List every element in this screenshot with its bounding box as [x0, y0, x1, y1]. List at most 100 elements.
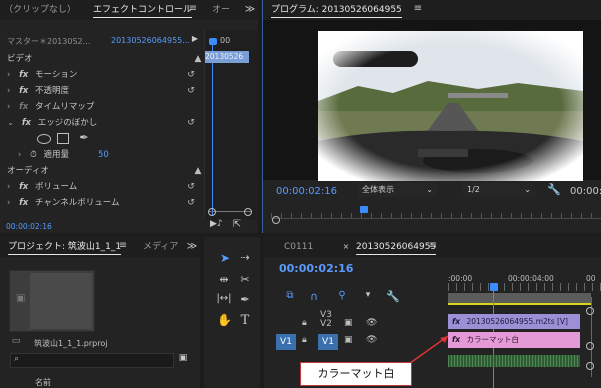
track-label-v1[interactable]: V1 [318, 334, 338, 350]
lock-icon[interactable]: 🔒︎ [302, 318, 307, 328]
reset-icon[interactable]: ↺ [185, 181, 197, 193]
play-audio-icon[interactable]: ▶♪ [210, 219, 223, 229]
new-bin-icon[interactable]: ▣ [177, 353, 189, 363]
panel-menu-icon[interactable]: ≡ [413, 4, 423, 14]
wrench-icon[interactable]: 🔧 [547, 183, 561, 196]
eye-icon[interactable]: 👁︎ [366, 318, 377, 328]
expand-chevron-icon[interactable]: › [7, 182, 10, 192]
program-playhead[interactable] [360, 206, 368, 213]
export-icon[interactable]: ⇱ [231, 219, 243, 230]
timeline-ruler[interactable] [448, 283, 601, 291]
track-select-tool-icon[interactable]: ⇢ [238, 251, 252, 264]
tab-program[interactable]: プログラム: 20130526064955 [271, 0, 402, 20]
tab-project[interactable]: プロジェクト: 筑波山1_1_1 [8, 237, 122, 257]
rectangle-mask-icon[interactable] [57, 133, 69, 144]
tab-sequence[interactable]: 20130526064955 [356, 237, 437, 257]
close-tab-icon[interactable]: × [342, 242, 350, 251]
effect-zoom-slider[interactable] [208, 208, 252, 216]
program-zoom-handle-left[interactable] [272, 216, 280, 224]
hand-tool-icon[interactable]: ✋ [217, 313, 232, 327]
name-column-header[interactable]: 名前 [35, 377, 51, 388]
ripple-edit-tool-icon[interactable]: ⇹ [216, 273, 232, 286]
effect-opacity[interactable]: › fx 不透明度 ↺ [7, 83, 204, 99]
toggle-sync-icon[interactable]: ▣ [344, 318, 353, 328]
timeline-settings-icon[interactable]: 🔧 [386, 290, 400, 303]
nest-icon[interactable]: ⧉ [284, 290, 296, 301]
pen-mask-icon[interactable]: ✒ [78, 131, 90, 144]
timeline-vscroll-handle[interactable] [586, 342, 594, 350]
ellipse-mask-icon[interactable] [37, 134, 51, 144]
project-panel: プロジェクト: 筑波山1_1_1 ≡ メディア ≫ ▣ ▭ 筑波山1_1_1.p… [0, 237, 200, 388]
razor-tool-icon[interactable]: ✂ [238, 273, 252, 286]
resolution-select[interactable]: 1/2 ⌄ [463, 183, 535, 197]
stopwatch-icon[interactable]: ⏱ [30, 150, 37, 160]
effect-channel-volume[interactable]: › fx チャンネルボリューム ↺ [7, 195, 204, 211]
timeline-vscroll-handle[interactable] [586, 307, 594, 315]
program-timecode[interactable]: 00:00:02:16 [276, 186, 337, 197]
timeline-ruler-start: :00:00 [448, 274, 473, 283]
panel-menu-icon[interactable]: ≡ [118, 241, 128, 251]
tab-media-browser[interactable]: メディア [143, 237, 178, 257]
chevron-down-icon: ⌄ [524, 185, 531, 194]
source-patch-v1[interactable]: V1 [276, 334, 296, 350]
reset-icon[interactable]: ↺ [185, 85, 197, 97]
clip-play-icon[interactable]: ▶ [190, 34, 200, 43]
track-label-v2[interactable]: V2 [320, 319, 332, 329]
project-tabbar: プロジェクト: 筑波山1_1_1 ≡ メディア ≫ [0, 237, 200, 257]
program-time-ruler[interactable] [271, 206, 601, 219]
clip-label[interactable]: 20130526064955... [111, 36, 190, 45]
toggle-sync-icon[interactable]: ▣ [344, 335, 353, 345]
video-scroll-up-icon[interactable]: ▲ [192, 53, 204, 65]
zoom-select[interactable]: 全体表示 ⌄ [358, 183, 437, 197]
effect-timecode[interactable]: 00:00:02:16 [6, 222, 52, 231]
expand-chevron-icon[interactable]: › [7, 198, 10, 208]
reset-icon[interactable]: ↺ [185, 117, 197, 129]
tab-c0111[interactable]: C0111 [284, 237, 313, 257]
timeline-clip-video[interactable]: fx 20130526064955.m2ts [V] [448, 314, 580, 329]
audio-scroll-up-icon[interactable]: ▲ [192, 165, 204, 177]
project-thumbnail[interactable]: ▣ [9, 270, 95, 332]
timeline-timecode[interactable]: 00:00:02:16 [279, 262, 353, 275]
video-frame[interactable] [318, 31, 583, 181]
fx-icon[interactable]: fx [19, 182, 28, 192]
tab-effect-controls[interactable]: エフェクトコントロール [93, 0, 193, 20]
panel-menu-icon[interactable]: ≡ [428, 241, 438, 251]
timeline-vscroll-handle[interactable] [586, 362, 594, 370]
fx-icon[interactable]: fx [19, 86, 28, 96]
mini-playhead-marker[interactable] [209, 38, 217, 45]
add-marker-icon[interactable]: ▾ [362, 290, 374, 300]
lock-icon[interactable]: 🔒︎ [302, 335, 307, 345]
panel-menu-icon[interactable]: ≡ [188, 4, 198, 14]
snap-icon[interactable]: ∩ [308, 290, 320, 303]
timeline-playhead-marker[interactable] [490, 283, 498, 291]
panel-overflow-icon[interactable]: ≫ [186, 241, 198, 253]
panel-overflow-icon[interactable]: ≫ [244, 4, 256, 16]
effect-motion[interactable]: › fx モーション ↺ [7, 67, 204, 83]
tab-audio[interactable]: オー [212, 0, 230, 20]
timeline-clip-matte[interactable]: fx カラーマット白 [448, 332, 580, 348]
expand-chevron-icon[interactable]: › [7, 86, 10, 96]
zoom-value: 全体表示 [362, 185, 394, 194]
expand-chevron-icon[interactable]: › [7, 70, 10, 80]
pen-tool-icon[interactable]: ✒ [238, 293, 252, 306]
linked-selection-icon[interactable]: ⚲ [336, 290, 348, 301]
eye-icon[interactable]: 👁︎ [366, 335, 377, 345]
reset-icon[interactable]: ↺ [185, 69, 197, 81]
slip-tool-icon[interactable]: |↔| [216, 293, 232, 304]
effect-edge-feather[interactable]: ⌄ fx エッジのぼかし ↺ [7, 115, 204, 131]
expand-chevron-icon[interactable]: › [7, 102, 10, 112]
type-tool-icon[interactable]: T [238, 313, 252, 328]
reset-icon[interactable]: ↺ [185, 197, 197, 209]
fx-icon[interactable]: fx [19, 198, 28, 208]
collapse-chevron-icon[interactable]: ⌄ [7, 118, 14, 128]
project-search-input[interactable]: ⌕ [10, 353, 174, 368]
fx-icon[interactable]: fx [22, 118, 31, 128]
selection-tool-icon[interactable]: ➤ [218, 251, 232, 265]
fx-icon[interactable]: fx [19, 70, 28, 80]
expand-chevron-icon[interactable]: › [18, 150, 21, 160]
effect-time-remap[interactable]: › fx タイムリマップ [7, 99, 204, 115]
tab-clip-mixer[interactable]: （クリップなし） [4, 0, 76, 20]
effect-volume[interactable]: › fx ボリューム ↺ [7, 179, 204, 195]
work-area-bar[interactable] [448, 293, 591, 303]
param-amount-value[interactable]: 50 [98, 147, 109, 163]
